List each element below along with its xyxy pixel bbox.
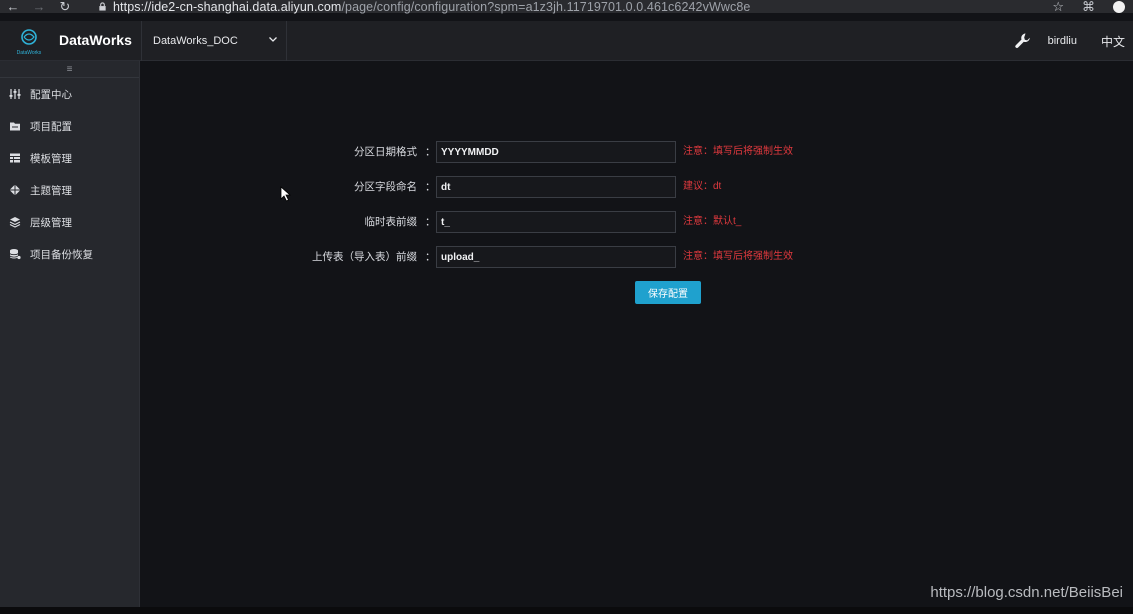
temp-table-prefix-input[interactable] xyxy=(436,211,676,233)
field-label: 分区日期格式 xyxy=(354,146,417,158)
back-icon[interactable]: ← xyxy=(0,0,26,13)
database-icon xyxy=(9,249,21,260)
partition-field-name-input[interactable] xyxy=(436,176,676,198)
sidebar-item-backup-restore[interactable]: 项目备份恢复 xyxy=(0,238,139,270)
field-colon: ： xyxy=(425,251,436,263)
sidebar-item-label: 主题管理 xyxy=(30,184,72,197)
browser-toolbar: ← → ↻ https://ide2-cn-shanghai.data.aliy… xyxy=(0,0,1133,15)
field-label: 临时表前缀 xyxy=(364,216,418,228)
folder-icon xyxy=(10,122,20,131)
partition-date-format-input[interactable] xyxy=(436,141,676,163)
field-hint: 注意：默认t_ xyxy=(683,216,742,227)
browser-actions: ☆ ⌘ xyxy=(1052,0,1125,15)
sidebar: ≡ 配置中心 项目配置 模板管理 主题管理 层级管理 项目备份恢复 xyxy=(0,61,140,607)
sliders-icon xyxy=(9,89,21,99)
sidebar-item-label: 层级管理 xyxy=(30,216,72,229)
bottom-strip xyxy=(0,607,1133,614)
chevron-down-icon xyxy=(269,37,277,42)
bookmark-star-icon[interactable]: ☆ xyxy=(1052,0,1064,15)
lock-icon xyxy=(99,2,106,11)
dataworks-logo: DataWorks xyxy=(17,29,42,56)
url-path: /page/config/configuration?spm=a1z3jh.11… xyxy=(341,0,751,14)
url-host: https://ide2-cn-shanghai.data.aliyun.com xyxy=(113,0,342,14)
project-name: DataWorks_DOC xyxy=(153,35,238,47)
sidebar-item-layer-mgmt[interactable]: 层级管理 xyxy=(0,206,139,238)
sidebar-item-template-mgmt[interactable]: 模板管理 xyxy=(0,142,139,174)
forward-icon[interactable]: → xyxy=(26,0,52,13)
language-switch[interactable]: 中文 xyxy=(1101,33,1125,50)
main-content: 分区日期格式 ： 注意：填写后将强制生效 分区字段命名 ： 建议：dt 临时表前… xyxy=(141,61,1133,607)
brand-title: DataWorks xyxy=(59,32,132,48)
profile-avatar[interactable] xyxy=(1113,0,1125,13)
sidebar-item-project-config[interactable]: 项目配置 xyxy=(0,110,139,142)
address-bar[interactable]: https://ide2-cn-shanghai.data.aliyun.com… xyxy=(113,0,750,14)
field-label: 分区字段命名 xyxy=(354,181,417,193)
sidebar-item-label: 项目配置 xyxy=(30,120,72,133)
field-hint: 注意：填写后将强制生效 xyxy=(683,146,793,157)
app-header: DataWorks DataWorks DataWorks_DOC birdli… xyxy=(0,21,1133,61)
sidebar-item-label: 配置中心 xyxy=(30,88,72,101)
logo-text: DataWorks xyxy=(17,50,42,56)
field-colon: ： xyxy=(425,146,436,158)
sidebar-item-theme-mgmt[interactable]: 主题管理 xyxy=(0,174,139,206)
table-icon xyxy=(10,153,20,163)
sidebar-collapse-toggle[interactable]: ≡ xyxy=(0,61,139,78)
field-colon: ： xyxy=(425,216,436,228)
field-colon: ： xyxy=(425,181,436,193)
reload-icon[interactable]: ↻ xyxy=(52,0,78,13)
field-hint: 建议：dt xyxy=(683,181,722,192)
theme-icon xyxy=(9,184,21,196)
sidebar-item-label: 项目备份恢复 xyxy=(30,248,93,261)
header-actions: birdliu 中文 xyxy=(1014,21,1125,61)
field-hint: 注意：填写后将强制生效 xyxy=(683,251,793,262)
sidebar-item-label: 模板管理 xyxy=(30,152,72,165)
sidebar-item-config-center[interactable]: 配置中心 xyxy=(0,78,139,110)
layers-icon xyxy=(9,217,21,228)
extension-icon[interactable]: ⌘ xyxy=(1082,0,1095,15)
username[interactable]: birdliu xyxy=(1048,35,1077,47)
save-config-button[interactable]: 保存配置 xyxy=(635,281,701,304)
watermark: https://blog.csdn.net/BeiisBei xyxy=(930,584,1123,601)
mouse-cursor-icon xyxy=(280,186,292,202)
upload-table-prefix-input[interactable] xyxy=(436,246,676,268)
wrench-icon[interactable] xyxy=(1014,32,1032,50)
project-selector[interactable]: DataWorks_DOC xyxy=(141,21,287,61)
field-label: 上传表（导入表）前缀 xyxy=(312,251,417,263)
